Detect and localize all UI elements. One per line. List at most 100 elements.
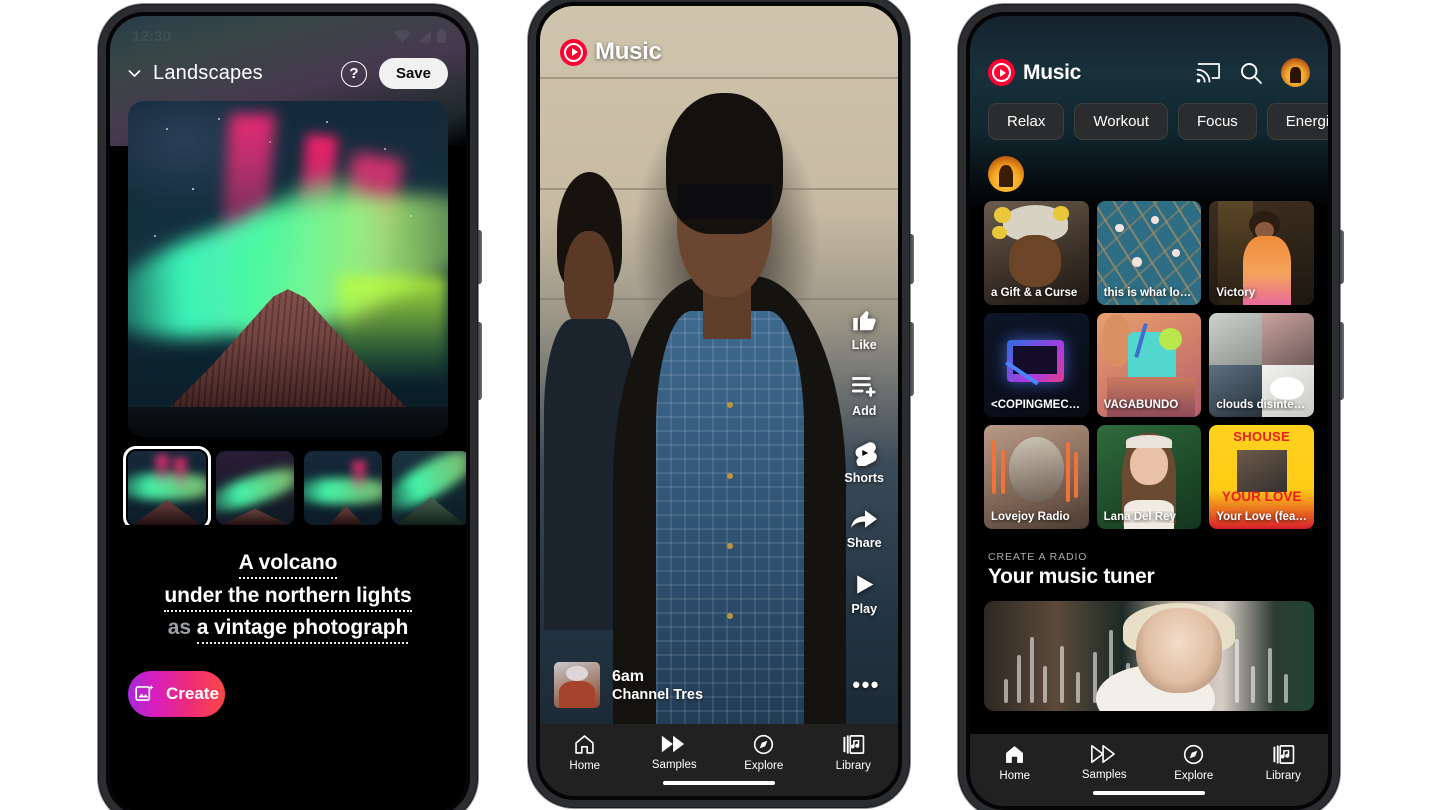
- system-home-indicator[interactable]: [1093, 791, 1205, 795]
- phone-1-screen: 12:30 Landscapes ? Save: [110, 16, 466, 810]
- shorts-label: Shorts: [844, 471, 884, 485]
- foreground-ground: [128, 406, 448, 437]
- nav-label-explore: Explore: [1174, 770, 1214, 782]
- prompt-token-subject[interactable]: A volcano: [238, 551, 337, 579]
- cast-icon[interactable]: [1196, 62, 1221, 84]
- nav-label-explore: Explore: [744, 760, 784, 772]
- card-vagabundo[interactable]: VAGABUNDO: [1096, 313, 1202, 417]
- thumbnail-variant-4[interactable]: [392, 451, 466, 525]
- search-icon[interactable]: [1239, 61, 1263, 85]
- like-action[interactable]: Like: [851, 306, 878, 352]
- variant-thumbnail-strip[interactable]: [110, 437, 466, 525]
- create-radio-header: CREATE A RADIO Your music tuner: [970, 529, 1328, 595]
- speed-dial-grid: a Gift & a Curse this is what los… Victo…: [970, 201, 1328, 529]
- nav-item-home[interactable]: Home: [540, 733, 630, 772]
- card-label: VAGABUNDO: [1103, 399, 1179, 411]
- add-label: Add: [852, 404, 877, 418]
- card-lana-del-rey[interactable]: Lana Del Rey: [1096, 425, 1202, 529]
- add-action[interactable]: Add: [851, 374, 878, 418]
- samples-icon: [662, 735, 685, 753]
- create-button[interactable]: Create: [128, 670, 225, 717]
- card-clouds-disinteg[interactable]: clouds disinteg…: [1209, 313, 1314, 417]
- nav-item-samples[interactable]: Samples: [630, 733, 720, 771]
- prompt-line-1[interactable]: A volcano: [132, 547, 444, 580]
- phone-1-device: 12:30 Landscapes ? Save: [98, 4, 482, 810]
- now-playing-bar[interactable]: 6am Channel Tres •••: [554, 662, 884, 708]
- play-action[interactable]: Play: [851, 572, 877, 616]
- power-button[interactable]: [478, 230, 482, 284]
- cover-text-bottom: YOUR LOVE: [1221, 489, 1302, 505]
- explore-compass-icon: [754, 734, 774, 755]
- shorts-action[interactable]: Shorts: [844, 440, 884, 485]
- prompt-token-setting[interactable]: under the northern lights: [164, 583, 412, 612]
- card-victory[interactable]: Victory: [1209, 201, 1314, 305]
- phone-3-bottom-nav: Home Samples Explore Library: [970, 734, 1328, 806]
- chip-focus[interactable]: Focus: [1177, 103, 1257, 140]
- avatar[interactable]: [1281, 58, 1310, 87]
- power-button[interactable]: [1340, 230, 1344, 284]
- phone-2-screen: Music Like Add Shorts Share Play 6am Cha…: [540, 6, 898, 796]
- help-icon[interactable]: ?: [340, 60, 367, 87]
- nav-label-home: Home: [569, 760, 601, 772]
- prompt-editor[interactable]: A volcano under the northern lights as a…: [110, 525, 466, 645]
- now-playing-text: 6am Channel Tres: [612, 668, 703, 703]
- mood-chip-row[interactable]: Relax Workout Focus Energize: [970, 87, 1328, 140]
- card-label: Your Love (feat…: [1216, 511, 1308, 523]
- thumbnail-variant-1[interactable]: [123, 446, 211, 525]
- like-label: Like: [851, 338, 877, 352]
- track-title: 6am: [612, 667, 645, 685]
- nav-label-samples: Samples: [1081, 769, 1127, 781]
- shorts-icon: [855, 442, 877, 466]
- card-your-love-feat[interactable]: SHOUSE YOUR LOVE Your Love (feat…: [1209, 425, 1314, 529]
- nav-item-home[interactable]: Home: [970, 743, 1060, 782]
- card-copingmec[interactable]: <COPINGMEC…: [984, 313, 1089, 417]
- nav-item-library[interactable]: Library: [1239, 743, 1329, 782]
- chip-workout[interactable]: Workout: [1074, 103, 1168, 140]
- chip-relax[interactable]: Relax: [988, 103, 1065, 140]
- card-lovejoy-radio[interactable]: Lovejoy Radio: [984, 425, 1089, 529]
- prompt-line-2[interactable]: under the northern lights: [132, 580, 444, 613]
- volume-button[interactable]: [910, 322, 914, 396]
- play-triangle-icon: [856, 575, 874, 594]
- overflow-menu-icon[interactable]: •••: [852, 672, 884, 698]
- samples-icon: [1091, 744, 1116, 764]
- home-icon: [575, 735, 594, 754]
- share-arrow-icon: [851, 510, 878, 528]
- power-button[interactable]: [910, 234, 914, 284]
- prompt-token-style[interactable]: a vintage photograph: [196, 616, 408, 645]
- app-bar-actions: [1196, 58, 1310, 87]
- music-tuner-card[interactable]: [984, 601, 1314, 711]
- share-label: Share: [846, 536, 882, 550]
- image-sparkle-icon: [135, 685, 154, 702]
- thumbnail-variant-3[interactable]: [304, 451, 382, 525]
- youtube-music-logo-icon[interactable]: [988, 59, 1015, 86]
- nav-item-explore[interactable]: Explore: [719, 733, 809, 772]
- prompt-line-3[interactable]: as a vintage photograph: [132, 612, 444, 645]
- nav-label-home: Home: [999, 770, 1031, 782]
- collection-selector[interactable]: Landscapes: [126, 62, 263, 85]
- system-home-indicator[interactable]: [663, 781, 775, 785]
- youtube-music-logo-icon: [560, 38, 587, 66]
- card-a-gift-and-a-curse[interactable]: a Gift & a Curse: [984, 201, 1089, 305]
- nav-item-explore[interactable]: Explore: [1149, 743, 1239, 782]
- card-label: <COPINGMEC…: [991, 399, 1081, 411]
- thumbs-up-icon: [852, 311, 876, 331]
- generated-image-preview[interactable]: [128, 101, 448, 437]
- nav-item-library[interactable]: Library: [809, 733, 899, 772]
- volume-button[interactable]: [1340, 322, 1344, 400]
- share-action[interactable]: Share: [847, 507, 882, 550]
- save-button[interactable]: Save: [378, 58, 448, 89]
- playlist-add-icon: [851, 377, 876, 397]
- star: [384, 148, 386, 151]
- card-this-is-what-los[interactable]: this is what los…: [1096, 201, 1202, 305]
- profile-avatar[interactable]: [988, 155, 1024, 192]
- volume-button[interactable]: [478, 322, 482, 400]
- thumbnail-variant-2[interactable]: [216, 451, 294, 525]
- screenshot-stage: 12:30 Landscapes ? Save: [0, 0, 1440, 810]
- brand-wordmark: Music: [1023, 60, 1082, 84]
- chip-energize[interactable]: Energize: [1266, 103, 1328, 140]
- prompt-static-as: as: [167, 616, 197, 640]
- card-label: Lovejoy Radio: [991, 511, 1070, 523]
- phone-3-app-bar: Music: [970, 50, 1328, 87]
- nav-item-samples[interactable]: Samples: [1060, 743, 1150, 781]
